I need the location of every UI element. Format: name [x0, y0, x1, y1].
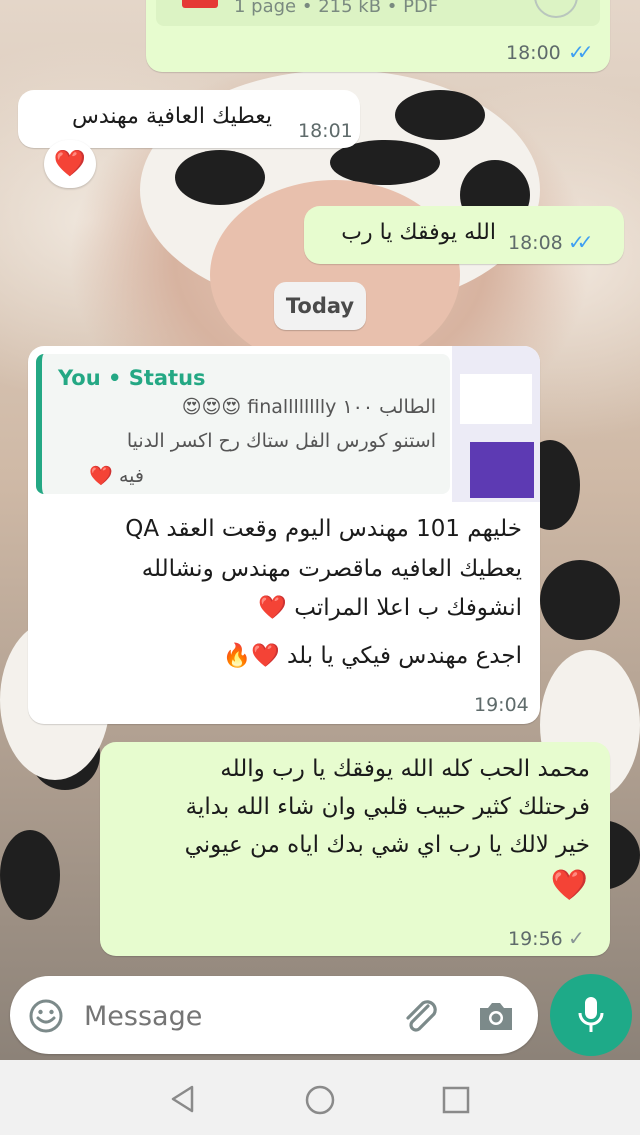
quoted-status[interactable]: You • Status الطالب ١٠٠ finalllllllly 😍😍…	[36, 354, 450, 494]
mic-button[interactable]	[550, 974, 632, 1056]
pdf-card[interactable]: 1 page • 215 kB • PDF	[156, 0, 600, 26]
wallpaper-spot	[395, 90, 485, 140]
quote-author: You • Status	[58, 366, 206, 390]
thumbnail-card	[470, 442, 534, 498]
reaction-badge[interactable]: ❤️	[44, 140, 96, 188]
message-line: انشوفك ب اعلا المراتب ❤️	[258, 595, 522, 621]
attachment-message[interactable]: 1 page • 215 kB • PDF 18:00 ✓✓	[146, 0, 610, 72]
camera-icon[interactable]	[476, 998, 516, 1034]
thumbnail-card	[460, 374, 532, 424]
message-time: 18:01	[298, 120, 353, 142]
nav-recents-icon[interactable]	[442, 1086, 470, 1114]
wallpaper-spot	[0, 830, 60, 920]
incoming-status-reply-message[interactable]: You • Status الطالب ١٠٠ finalllllllly 😍😍…	[28, 346, 540, 724]
quote-line: الطالب ١٠٠ finalllllllly 😍😍😍	[181, 396, 436, 418]
outgoing-message[interactable]: الله يوفقك يا رب 18:08 ✓✓	[304, 206, 624, 264]
emoji-icon[interactable]	[28, 998, 64, 1034]
message-line: خليهم 101 مهندس اليوم وقعت العقد QA	[125, 516, 522, 542]
message-line: محمد الحب كله الله يوفقك يا رب والله	[220, 756, 590, 782]
nav-back-icon[interactable]	[168, 1084, 196, 1114]
read-ticks-icon: ✓✓	[568, 40, 593, 64]
date-separator: Today	[274, 282, 366, 330]
status-thumbnail[interactable]	[452, 346, 540, 502]
mic-icon	[578, 997, 604, 1032]
pdf-file-icon	[182, 0, 218, 8]
read-ticks-icon: ✓✓	[568, 230, 593, 254]
attachment-meta: 1 page • 215 kB • PDF	[234, 0, 439, 17]
nav-home-icon[interactable]	[304, 1084, 336, 1116]
heart-reaction-icon: ❤️	[53, 149, 87, 179]
message-time: 19:56	[508, 928, 563, 950]
download-icon[interactable]	[534, 0, 578, 18]
quote-line: فيه ❤️	[89, 465, 144, 487]
message-text: يعطيك العافية مهندس	[72, 104, 272, 129]
sent-tick-icon: ✓	[568, 926, 585, 950]
message-time: 18:08	[508, 232, 563, 254]
message-line: فرحتلك كثير حبيب قلبي وان شاء الله بداية	[185, 794, 590, 820]
paperclip-icon[interactable]	[398, 994, 442, 1038]
message-text: الله يوفقك يا رب	[341, 220, 496, 245]
message-input[interactable]	[82, 992, 386, 1040]
message-time: 18:00	[506, 42, 561, 64]
message-composer[interactable]	[10, 976, 538, 1054]
wallpaper-spot	[175, 150, 265, 205]
heart-emoji: ❤️	[550, 868, 588, 903]
message-line: يعطيك العافيه ماقصرت مهندس ونشالله	[141, 556, 522, 582]
message-time: 19:04	[474, 694, 529, 716]
message-line: اجدع مهندس فيكي يا بلد ❤️🔥	[222, 643, 522, 669]
wallpaper-spot	[540, 560, 620, 640]
quote-line: استنو كورس الفل ستاك رح اكسر الدنيا	[126, 430, 436, 452]
message-line: خير لالك يا رب اي شي بدك اياه من عيوني	[184, 832, 590, 858]
outgoing-message[interactable]: محمد الحب كله الله يوفقك يا رب والله فرح…	[100, 742, 610, 956]
system-navigation-bar	[0, 1060, 640, 1135]
